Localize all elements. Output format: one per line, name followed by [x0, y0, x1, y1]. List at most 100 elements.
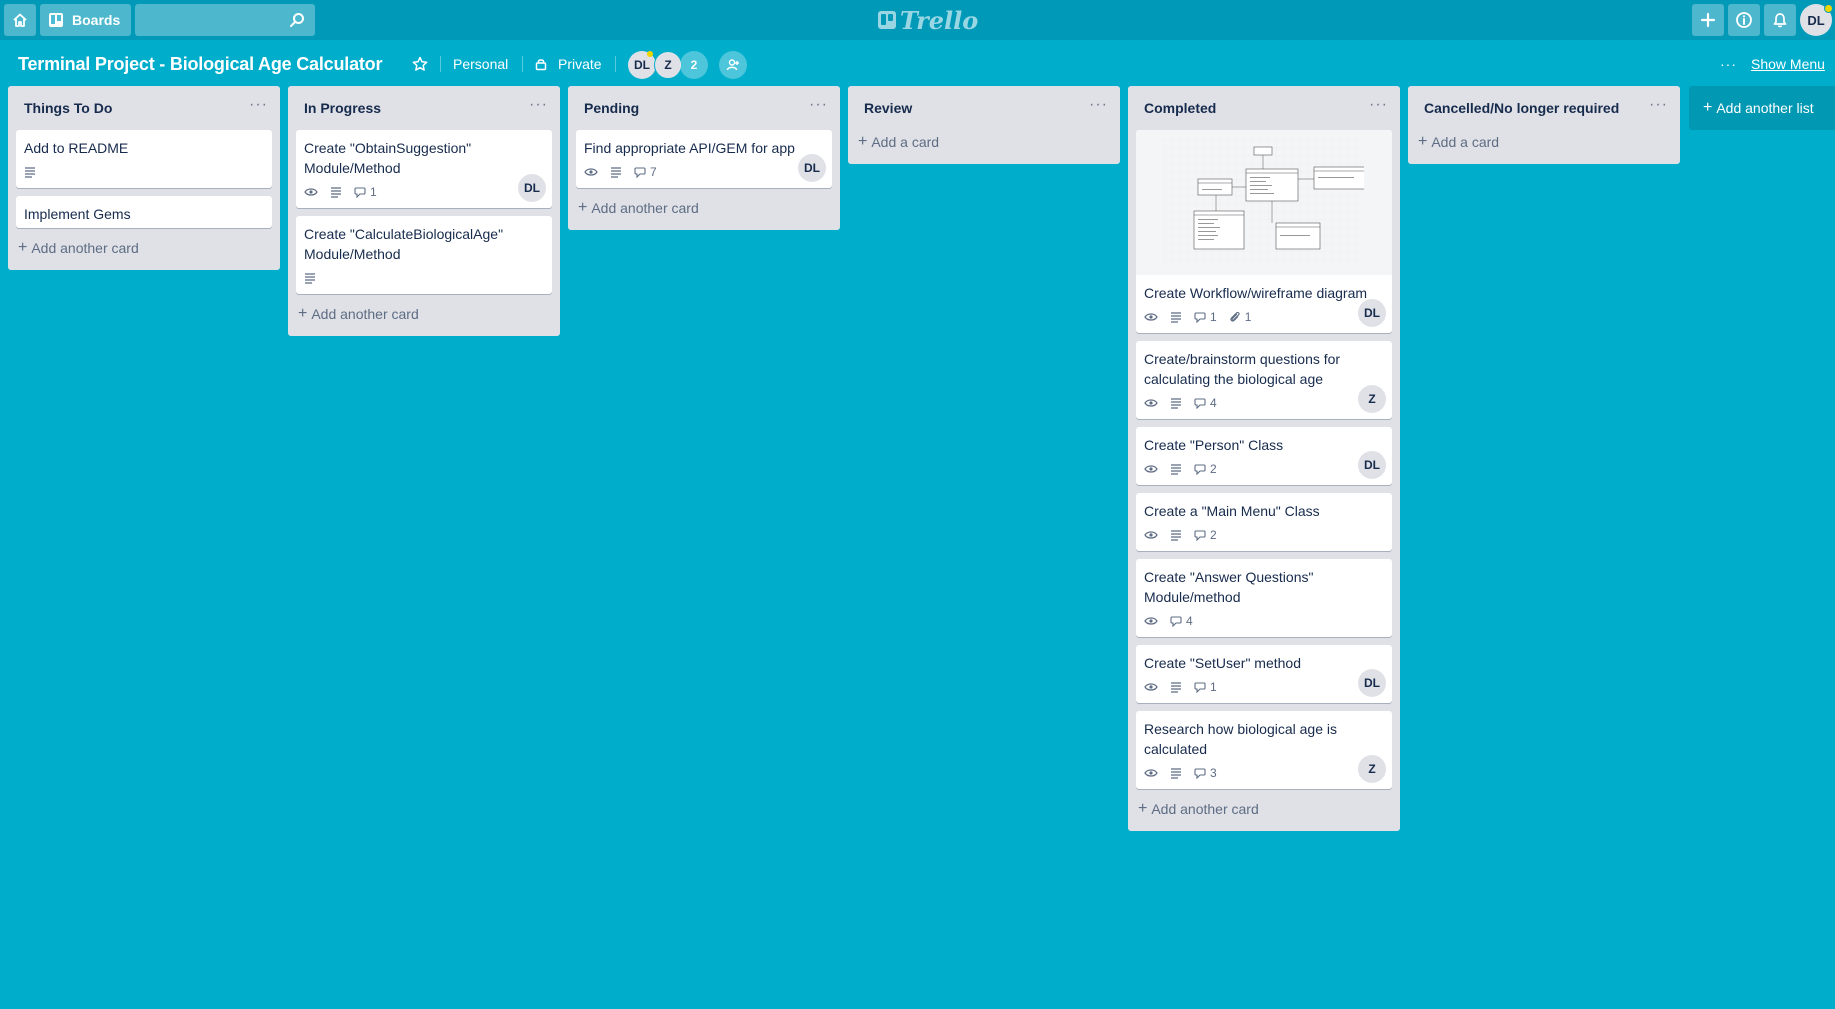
trello-logo[interactable]: Trello	[878, 6, 978, 35]
extra-members-badge[interactable]: 2	[680, 51, 708, 79]
card[interactable]: Create "CalculateBiologicalAge" Module/M…	[296, 216, 552, 294]
watch-icon	[1144, 531, 1158, 539]
show-menu-button[interactable]: ··· Show Menu	[1720, 52, 1825, 76]
description-icon	[611, 167, 621, 178]
visibility-button[interactable]: Private	[534, 52, 602, 76]
card-member-avatar[interactable]: Z	[1358, 385, 1386, 413]
add-card-button[interactable]: + Add another card	[576, 194, 832, 222]
list-title[interactable]: Cancelled/No longer required	[1424, 100, 1619, 116]
card[interactable]: Research how biological age is calculate…	[1136, 711, 1392, 789]
plus-icon: +	[18, 239, 28, 256]
comment-icon	[1170, 616, 1182, 627]
card[interactable]: Implement Gems	[16, 196, 272, 228]
watch-icon	[1144, 769, 1158, 777]
list-pending: Pending ··· Find appropriate API/GEM for…	[568, 86, 840, 230]
add-card-button[interactable]: + Add another card	[296, 300, 552, 328]
comment-count: 7	[650, 165, 657, 179]
notifications-button[interactable]	[1764, 4, 1796, 36]
add-list-button[interactable]: + Add another list	[1689, 86, 1835, 130]
info-button[interactable]	[1728, 4, 1760, 36]
attachment-icon	[1230, 311, 1240, 322]
add-card-button[interactable]: + Add a card	[856, 128, 1112, 156]
list-title[interactable]: Pending	[584, 100, 639, 116]
list-menu-icon[interactable]: ···	[529, 96, 548, 120]
card[interactable]: Create "ObtainSuggestion" Module/Method …	[296, 130, 552, 208]
add-card-button[interactable]: + Add another card	[16, 234, 272, 262]
board-member-avatar[interactable]: Z	[654, 51, 682, 79]
card[interactable]: Create "Person" Class 2 DL	[1136, 427, 1392, 485]
wireframe-diagram-thumbnail	[1164, 138, 1364, 267]
list-title[interactable]: Completed	[1144, 100, 1216, 116]
card-title: Find appropriate API/GEM for app	[584, 140, 795, 156]
add-card-button[interactable]: + Add a card	[1416, 128, 1672, 156]
list-menu-icon[interactable]: ···	[1089, 96, 1108, 120]
info-icon	[1736, 12, 1752, 28]
add-member-icon	[726, 59, 739, 71]
watch-icon	[1144, 617, 1158, 625]
invite-button[interactable]	[719, 51, 747, 79]
team-button[interactable]: Personal	[453, 52, 508, 76]
create-button[interactable]	[1692, 4, 1724, 36]
card[interactable]: Create/brainstorm questions for calculat…	[1136, 341, 1392, 419]
comment-icon	[634, 167, 646, 178]
member-initials: DL	[1364, 306, 1380, 320]
top-bar: Boards Trello DL	[0, 0, 1835, 40]
card-member-avatar[interactable]: DL	[798, 154, 826, 182]
watch-icon	[1144, 313, 1158, 321]
plus-icon: +	[1703, 99, 1713, 116]
card-member-avatar[interactable]: DL	[518, 174, 546, 202]
notification-dot	[1824, 4, 1833, 13]
list-menu-icon[interactable]: ···	[1369, 96, 1388, 120]
card-title: Create a "Main Menu" Class	[1144, 503, 1320, 519]
card[interactable]: Find appropriate API/GEM for app 7 DL	[576, 130, 832, 188]
plus-icon: +	[1418, 133, 1428, 150]
boards-label: Boards	[72, 12, 121, 28]
card[interactable]: Create "SetUser" method 1 DL	[1136, 645, 1392, 703]
add-list-label: Add another list	[1716, 100, 1814, 116]
card-member-avatar[interactable]: DL	[1358, 299, 1386, 327]
add-card-label: Add another card	[31, 240, 139, 256]
board-title[interactable]: Terminal Project - Biological Age Calcul…	[18, 52, 382, 76]
description-icon	[25, 167, 35, 178]
plus-icon: +	[578, 199, 588, 216]
comment-count: 1	[1210, 310, 1217, 324]
card-title: Create/brainstorm questions for calculat…	[1144, 351, 1341, 387]
card[interactable]: Add to README	[16, 130, 272, 188]
comment-icon	[1194, 398, 1206, 409]
list-in-progress: In Progress ··· Create "ObtainSuggestion…	[288, 86, 560, 336]
card-member-avatar[interactable]: DL	[1358, 669, 1386, 697]
list-menu-icon[interactable]: ···	[1649, 96, 1668, 120]
list-menu-icon[interactable]: ···	[249, 96, 268, 120]
description-icon	[1171, 768, 1181, 779]
list-title[interactable]: Review	[864, 100, 912, 116]
member-status-dot	[647, 51, 653, 57]
card-title: Create "Person" Class	[1144, 437, 1284, 453]
card[interactable]: Create a "Main Menu" Class 2	[1136, 493, 1392, 551]
trello-logo-icon	[878, 11, 896, 29]
list-completed: Completed ··· Create Workflow/wireframe …	[1128, 86, 1400, 831]
add-card-button[interactable]: + Add another card	[1136, 795, 1392, 823]
search-input[interactable]	[135, 4, 315, 36]
card-member-avatar[interactable]: Z	[1358, 755, 1386, 783]
plus-icon: +	[1138, 800, 1148, 817]
card[interactable]: Create "Answer Questions" Module/method …	[1136, 559, 1392, 637]
plus-icon	[1700, 12, 1716, 28]
extra-members-count: 2	[690, 58, 698, 72]
boards-button[interactable]: Boards	[40, 4, 131, 36]
member-initials: DL	[1364, 676, 1380, 690]
home-icon	[13, 13, 27, 27]
list-title[interactable]: Things To Do	[24, 100, 112, 116]
description-icon	[1171, 464, 1181, 475]
list-review: Review ··· + Add a card	[848, 86, 1120, 164]
star-icon[interactable]	[412, 56, 428, 72]
watch-icon	[584, 168, 598, 176]
home-button[interactable]	[4, 4, 36, 36]
search-icon[interactable]	[289, 12, 305, 28]
list-menu-icon[interactable]: ···	[809, 96, 828, 120]
card[interactable]: Create Workflow/wireframe diagram 1 1 DL	[1136, 130, 1392, 333]
comment-count: 4	[1210, 396, 1217, 410]
card-member-avatar[interactable]: DL	[1358, 451, 1386, 479]
list-things-to-do: Things To Do ··· Add to README Implement…	[8, 86, 280, 270]
list-title[interactable]: In Progress	[304, 100, 381, 116]
plus-icon: +	[858, 133, 868, 150]
